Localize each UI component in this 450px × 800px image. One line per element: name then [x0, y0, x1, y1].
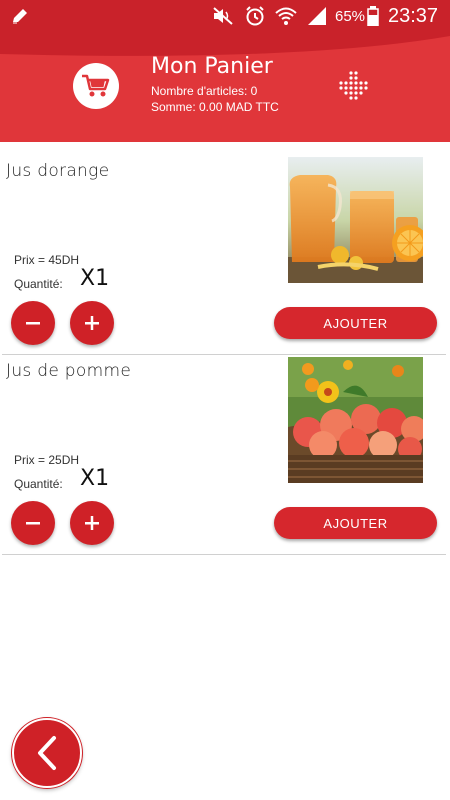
product-price: Prix = 25DH — [14, 453, 80, 467]
add-to-cart-button[interactable]: AJOUTER — [274, 507, 437, 539]
back-arrow-icon — [38, 736, 56, 770]
cart-header: Mon Panier Nombre d'articles: 0 Somme: 0… — [0, 32, 450, 142]
product-name: Jus de pomme — [6, 361, 132, 381]
quantity-value: X1 — [80, 466, 110, 491]
increase-quantity-button[interactable] — [70, 501, 114, 545]
quantity-label: Quantité: — [14, 277, 63, 291]
alarm-icon — [244, 5, 266, 32]
mute-icon — [212, 6, 236, 31]
add-to-cart-button[interactable]: AJOUTER — [274, 307, 437, 339]
product-item: Jus de pomme Prix = 25DH Quantité: X1 AJ… — [0, 355, 450, 555]
back-button[interactable] — [12, 718, 82, 788]
items-count: Nombre d'articles: 0 — [151, 84, 258, 98]
plus-icon — [85, 516, 99, 530]
battery-icon — [367, 6, 379, 31]
product-image-apple-juice — [288, 357, 423, 483]
wifi-icon — [274, 5, 298, 32]
quantity-label: Quantité: — [14, 477, 63, 491]
plus-icon — [85, 316, 99, 330]
clock: 23:37 — [388, 5, 439, 27]
decrease-quantity-button[interactable] — [11, 501, 55, 545]
product-name: Jus dorange — [6, 161, 110, 181]
increase-quantity-button[interactable] — [70, 301, 114, 345]
minus-icon — [26, 322, 40, 325]
cart-total: Somme: 0.00 MAD TTC — [151, 100, 279, 114]
status-bar: 65% 23:37 — [0, 0, 450, 32]
battery-percent: 65% — [335, 8, 366, 25]
divider — [2, 554, 446, 555]
product-image-orange-juice — [288, 157, 423, 283]
cart-icon[interactable] — [73, 63, 119, 109]
signal-icon — [306, 5, 328, 32]
page-title: Mon Panier — [151, 54, 273, 79]
product-item: Jus dorange Prix = 45DH Quantité: X1 AJO… — [0, 155, 450, 355]
quantity-value: X1 — [80, 266, 110, 291]
minus-icon — [26, 522, 40, 525]
decrease-quantity-button[interactable] — [11, 301, 55, 345]
product-price: Prix = 45DH — [14, 253, 80, 267]
dots-arrow-icon[interactable] — [338, 70, 372, 109]
pencil-icon — [10, 6, 30, 31]
